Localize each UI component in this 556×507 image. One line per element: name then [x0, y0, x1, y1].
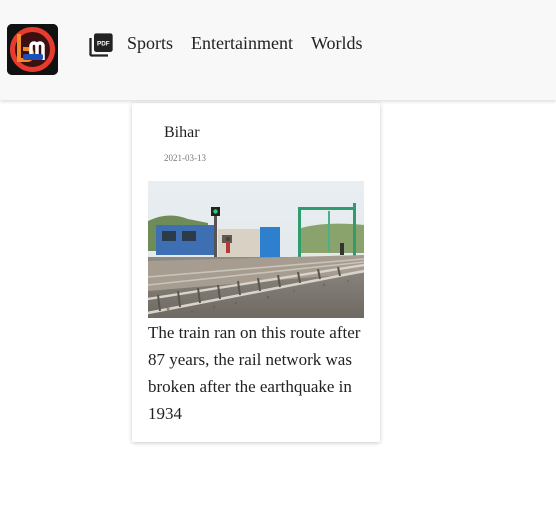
railway-track-photo[interactable]	[148, 181, 364, 318]
news-headline[interactable]: The train ran on this route after 87 yea…	[148, 319, 364, 427]
news-category[interactable]: Bihar	[164, 123, 200, 143]
pdf-icon-graphic: PDF	[89, 33, 113, 57]
site-header: PDF Sports Entertainment Worlds	[0, 0, 556, 100]
nav-item-worlds[interactable]: Worlds	[311, 32, 363, 54]
svg-text:PDF: PDF	[97, 41, 110, 48]
nav-item-sports[interactable]: Sports	[127, 32, 173, 54]
nav-item-entertainment[interactable]: Entertainment	[191, 32, 293, 54]
news-card[interactable]: Bihar 2021-03-13 The train ran on this r…	[132, 103, 380, 442]
site-logo-icon[interactable]	[7, 24, 58, 75]
logo-graphic	[7, 24, 58, 75]
news-date: 2021-03-13	[164, 153, 206, 163]
pdf-icon[interactable]: PDF	[87, 31, 115, 59]
